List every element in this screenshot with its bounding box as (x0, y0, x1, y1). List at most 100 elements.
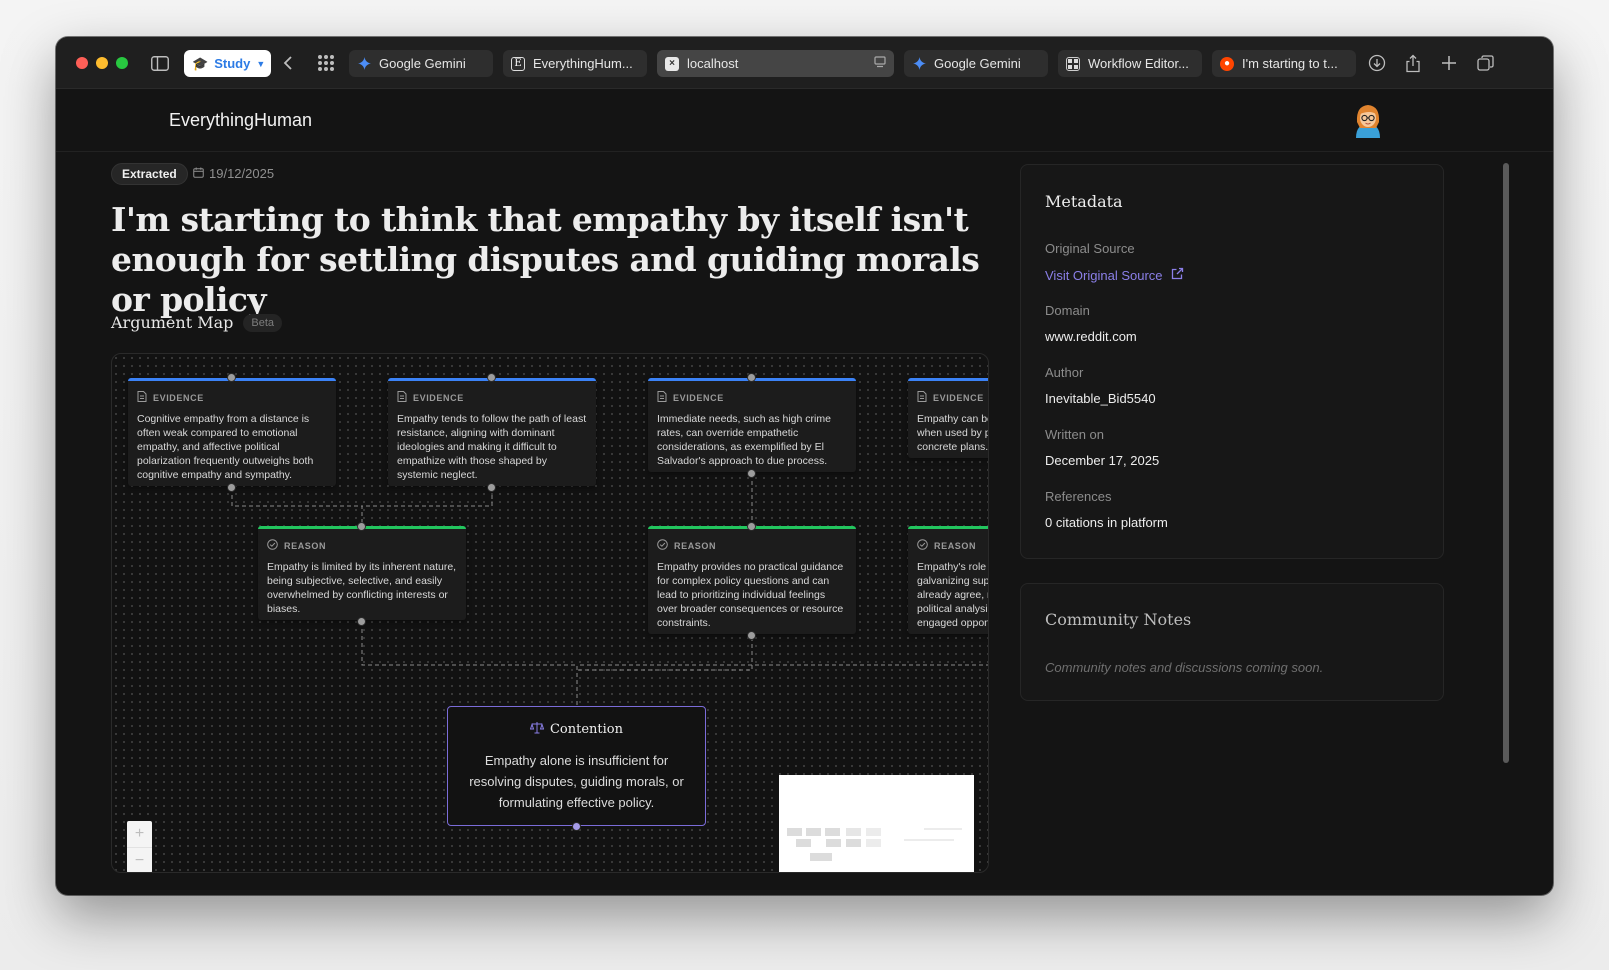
user-avatar[interactable] (1348, 100, 1388, 140)
author-label: Author (1045, 365, 1084, 380)
new-tab-icon[interactable] (1437, 51, 1461, 75)
evidence-node[interactable]: EVIDENCE Cognitive empathy from a distan… (128, 378, 336, 486)
community-notes-title: Community Notes (1045, 610, 1192, 629)
gemini-icon (912, 57, 926, 71)
written-on-label: Written on (1045, 427, 1105, 442)
browser-titlebar: 🎓 Study ▼ Google Gemini E EverythingHum.… (56, 37, 1553, 89)
contention-node[interactable]: Contention Empathy alone is insufficient… (447, 706, 706, 826)
tab-reddit-post[interactable]: ● I'm starting to t... (1212, 50, 1356, 77)
tab-label: Google Gemini (934, 56, 1021, 71)
node-handle[interactable] (747, 373, 756, 382)
minimap-node (846, 839, 861, 847)
node-handle[interactable] (747, 469, 756, 478)
node-handle[interactable] (747, 522, 756, 531)
visit-original-source-link[interactable]: Visit Original Source (1045, 267, 1184, 283)
original-source-label: Original Source (1045, 241, 1135, 256)
study-label: Study (214, 56, 251, 71)
tab-overview-icon[interactable] (1473, 51, 1497, 75)
evidence-node[interactable]: EVIDENCE Immediate needs, such as high c… (648, 378, 856, 472)
document-icon (397, 391, 407, 404)
maximize-window-button[interactable] (116, 57, 128, 69)
node-handle[interactable] (487, 483, 496, 492)
reason-node[interactable]: REASON Empathy is limited by its inheren… (258, 526, 466, 620)
article-date: 19/12/2025 (193, 166, 274, 181)
edge-reason1-contention (361, 622, 578, 706)
document-icon (137, 391, 147, 404)
node-type-label: EVIDENCE (933, 392, 984, 403)
minimap-node (846, 828, 861, 836)
reddit-icon: ● (1220, 56, 1234, 71)
node-handle[interactable] (572, 822, 581, 831)
date-text: 19/12/2025 (209, 166, 275, 181)
tab-label: EverythingHum... (533, 56, 633, 71)
app-title[interactable]: EverythingHuman (169, 110, 312, 131)
argument-map-canvas[interactable]: EVIDENCE Cognitive empathy from a distan… (111, 353, 989, 873)
sidebar-toggle-icon[interactable] (148, 51, 172, 75)
reason-node[interactable]: REASON Empathy provides no practical gui… (648, 526, 856, 634)
tab-google-gemini-2[interactable]: Google Gemini (904, 50, 1048, 77)
node-handle[interactable] (227, 373, 236, 382)
tab-label: Google Gemini (379, 56, 466, 71)
metadata-card: Metadata Original Source Visit Original … (1020, 164, 1444, 559)
author-value: Inevitable_Bid5540 (1045, 391, 1156, 406)
minimap-node (924, 828, 962, 830)
zoom-in-button[interactable]: + (127, 821, 152, 847)
graduation-cap-icon: 🎓 (192, 55, 209, 71)
tab-everythinghuman[interactable]: E EverythingHum... (503, 50, 647, 77)
node-type-label: REASON (674, 540, 717, 551)
contention-text: Empathy alone is insufficient for resolv… (469, 753, 684, 810)
tab-label: localhost (687, 56, 739, 71)
minimap-node (826, 839, 841, 847)
everythinghuman-icon: E (511, 56, 525, 71)
references-label: References (1045, 489, 1112, 504)
reason-text: Empathy's role galvanizing sup already a… (917, 561, 989, 629)
minimize-window-button[interactable] (96, 57, 108, 69)
minimap-node (866, 828, 881, 836)
minimap-node (904, 839, 954, 841)
minimap-node (810, 853, 832, 861)
community-notes-placeholder: Community notes and discussions coming s… (1045, 660, 1324, 675)
minimap[interactable] (779, 775, 974, 872)
evidence-text: Cognitive empathy from a distance is oft… (137, 413, 314, 481)
tab-overview-grid-icon[interactable] (314, 51, 338, 75)
node-handle[interactable] (487, 373, 496, 382)
written-on-value: December 17, 2025 (1045, 453, 1160, 468)
localhost-icon: × (665, 56, 679, 71)
reason-node[interactable]: REASON Empathy's role galvanizing sup al… (908, 526, 989, 634)
tab-google-gemini-1[interactable]: Google Gemini (349, 50, 493, 77)
minimap-node (806, 828, 821, 836)
minimap-node (866, 839, 881, 847)
study-profile-button[interactable]: 🎓 Study ▼ (184, 50, 271, 77)
tab-localhost[interactable]: × localhost (657, 50, 894, 77)
node-type-label: REASON (284, 540, 327, 551)
reason-text: Empathy is limited by its inherent natur… (267, 561, 457, 615)
share-icon[interactable] (1401, 51, 1425, 75)
edge-evidence1-reason1 (231, 488, 363, 526)
browser-window: 🎓 Study ▼ Google Gemini E EverythingHum.… (56, 37, 1553, 895)
downloads-icon[interactable] (1365, 51, 1389, 75)
app-header: EverythingHuman (56, 89, 1553, 152)
node-handle[interactable] (357, 522, 366, 531)
calendar-icon (193, 166, 204, 181)
edge-evidence2-reason1 (361, 488, 493, 526)
node-handle[interactable] (747, 631, 756, 640)
back-icon[interactable] (276, 51, 300, 75)
reader-mode-icon[interactable] (874, 56, 886, 71)
tab-workflow-editor[interactable]: Workflow Editor... (1058, 50, 1202, 77)
page-scrollbar[interactable] (1503, 163, 1509, 763)
check-circle-icon (657, 539, 668, 552)
node-handle[interactable] (357, 617, 366, 626)
zoom-out-button[interactable]: − (127, 847, 152, 872)
minimap-node (787, 828, 802, 836)
check-circle-icon (267, 539, 278, 552)
close-window-button[interactable] (76, 57, 88, 69)
argument-map-header: Argument Map Beta (111, 313, 283, 332)
document-icon (657, 391, 667, 404)
evidence-node[interactable]: EVIDENCE Empathy can be when used by p c… (908, 378, 988, 458)
evidence-text: Immediate needs, such as high crime rate… (657, 413, 831, 467)
gemini-icon (357, 57, 371, 71)
evidence-node[interactable]: EVIDENCE Empathy tends to follow the pat… (388, 378, 596, 486)
tab-label: I'm starting to t... (1242, 56, 1338, 71)
node-handle[interactable] (227, 483, 236, 492)
community-notes-card: Community Notes Community notes and disc… (1020, 583, 1444, 701)
